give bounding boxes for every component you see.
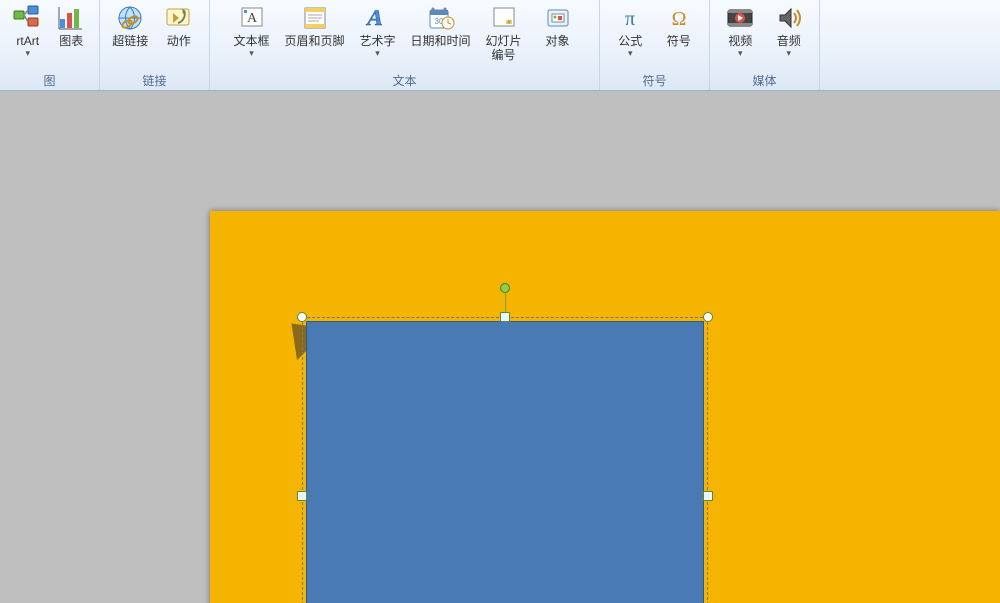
equation-label: 公式 xyxy=(618,34,642,48)
dropdown-indicator: ▾ xyxy=(628,48,633,58)
symbol-button[interactable]: Ω 符号 xyxy=(655,0,704,48)
action-label: 动作 xyxy=(167,34,191,48)
resize-handle-top[interactable] xyxy=(500,312,510,322)
ribbon-group-empty xyxy=(820,0,1000,90)
hyperlink-icon xyxy=(115,2,145,34)
ribbon-group-media: 视频 ▾ 音频 ▾ 媒体 xyxy=(710,0,820,90)
svg-text:A: A xyxy=(364,5,385,30)
wordart-label: 艺术字 xyxy=(359,34,395,48)
slide-number-icon: # xyxy=(490,2,518,34)
symbol-icon: Ω xyxy=(665,2,693,34)
wordart-icon: A xyxy=(363,2,393,34)
date-time-icon: 30 xyxy=(427,2,455,34)
hyperlink-button[interactable]: 超链接 xyxy=(106,0,155,48)
equation-button[interactable]: π 公式 ▾ xyxy=(606,0,655,58)
smartart-button[interactable]: rtArt ▾ xyxy=(6,0,50,58)
slide-number-button[interactable]: # 幻灯片 编号 xyxy=(477,0,531,62)
action-icon xyxy=(164,2,194,34)
textbox-icon: A xyxy=(238,2,266,34)
video-icon xyxy=(725,2,755,34)
object-icon xyxy=(544,2,572,34)
video-button[interactable]: 视频 ▾ xyxy=(716,0,765,58)
header-footer-button[interactable]: 页眉和页脚 xyxy=(279,0,351,48)
header-footer-label: 页眉和页脚 xyxy=(284,34,344,48)
smartart-icon xyxy=(13,2,43,34)
rotation-handle[interactable] xyxy=(500,283,510,293)
ribbon-group-label: 图 xyxy=(0,72,99,90)
audio-icon xyxy=(775,2,803,34)
action-button[interactable]: 动作 xyxy=(155,0,204,48)
dropdown-indicator: ▾ xyxy=(786,48,791,58)
resize-handle-right[interactable] xyxy=(703,491,713,501)
ribbon-group-label: 符号 xyxy=(600,72,709,90)
workspace xyxy=(0,91,1000,603)
object-label: 对象 xyxy=(545,34,569,48)
chart-button[interactable]: 图表 xyxy=(50,0,94,48)
ribbon-group-label: 文本 xyxy=(210,72,599,90)
svg-text:A: A xyxy=(246,11,257,26)
audio-label: 音频 xyxy=(777,34,801,48)
svg-text:π: π xyxy=(625,8,635,30)
ribbon-group-label: 链接 xyxy=(100,72,209,90)
date-time-button[interactable]: 30 日期和时间 xyxy=(405,0,477,48)
ribbon: rtArt ▾ 图表 图 超链接 xyxy=(0,0,1000,91)
ribbon-group-label: 媒体 xyxy=(710,72,819,90)
slide-number-label: 幻灯片 编号 xyxy=(485,34,521,62)
hyperlink-label: 超链接 xyxy=(112,34,148,48)
slide[interactable] xyxy=(210,211,1000,603)
smartart-label: rtArt xyxy=(16,34,39,48)
date-time-label: 日期和时间 xyxy=(410,34,470,48)
chart-icon xyxy=(57,2,85,34)
resize-handle-top-left[interactable] xyxy=(297,312,307,322)
chart-label: 图表 xyxy=(59,34,83,48)
equation-icon: π xyxy=(616,2,644,34)
symbol-label: 符号 xyxy=(667,34,691,48)
video-label: 视频 xyxy=(728,34,752,48)
audio-button[interactable]: 音频 ▾ xyxy=(765,0,814,58)
selected-shape-rectangle[interactable] xyxy=(306,321,704,603)
dropdown-indicator: ▾ xyxy=(375,48,380,58)
ribbon-group-symbols: π 公式 ▾ Ω 符号 符号 xyxy=(600,0,710,90)
ribbon-group-links: 超链接 动作 链接 xyxy=(100,0,210,90)
wordart-button[interactable]: A 艺术字 ▾ xyxy=(351,0,405,58)
textbox-label: 文本框 xyxy=(233,34,269,48)
resize-handle-top-right[interactable] xyxy=(703,312,713,322)
dropdown-indicator: ▾ xyxy=(25,48,30,58)
dropdown-indicator: ▾ xyxy=(249,48,254,58)
object-button[interactable]: 对象 xyxy=(531,0,585,48)
textbox-button[interactable]: A 文本框 ▾ xyxy=(225,0,279,58)
ribbon-group-text: A 文本框 ▾ 页眉和页脚 A 艺术字 ▾ 30 xyxy=(210,0,600,90)
resize-handle-left[interactable] xyxy=(297,491,307,501)
svg-text:Ω: Ω xyxy=(671,8,686,30)
header-footer-icon xyxy=(301,2,329,34)
ribbon-group-illustrations: rtArt ▾ 图表 图 xyxy=(0,0,100,90)
dropdown-indicator: ▾ xyxy=(738,48,743,58)
